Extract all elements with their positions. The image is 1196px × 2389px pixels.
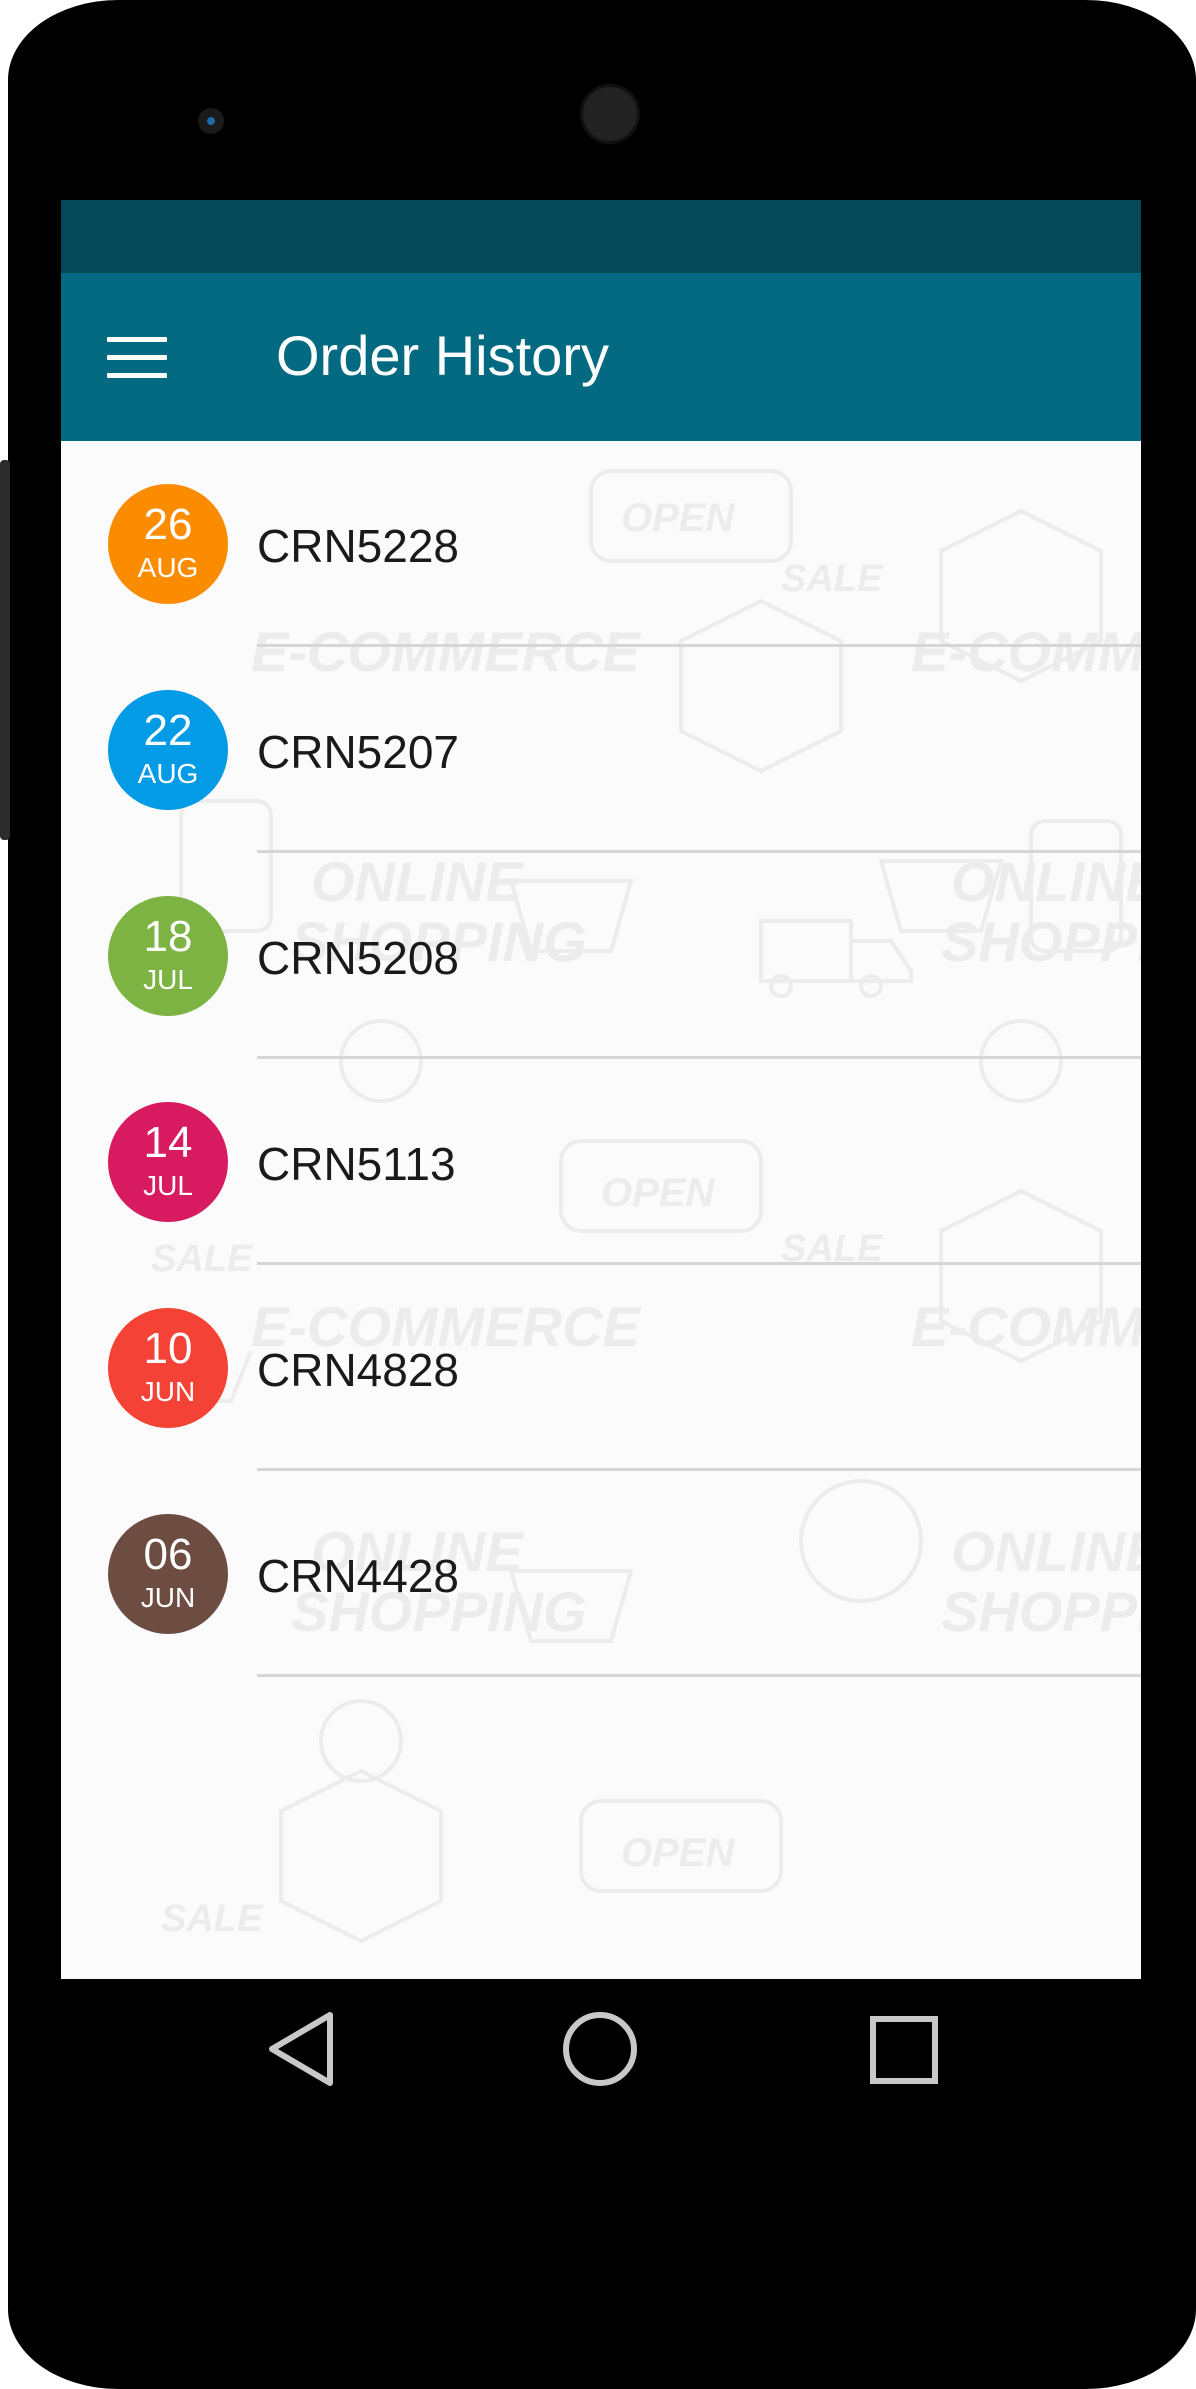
order-date-badge: 14 JUL: [108, 1102, 228, 1222]
order-list-item[interactable]: 22 AUG CRN5207: [61, 647, 1141, 853]
order-date-month: AUG: [137, 758, 199, 789]
order-date-badge: 10 JUN: [108, 1308, 228, 1428]
order-date-month: JUN: [140, 1376, 196, 1407]
order-date-day: 10: [143, 1324, 193, 1373]
system-navigation-bar: [0, 1979, 1196, 2119]
order-number: CRN5207: [257, 726, 459, 778]
order-list-item[interactable]: 06 JUN CRN4428: [61, 1471, 1141, 1677]
order-date-badge: 06 JUN: [108, 1514, 228, 1634]
order-number: CRN4428: [257, 1550, 459, 1602]
order-number: CRN5228: [257, 520, 459, 572]
earpiece-speaker: [580, 84, 640, 144]
order-list-item[interactable]: 10 JUN CRN4828: [61, 1265, 1141, 1471]
order-list-item[interactable]: 14 JUL CRN5113: [61, 1059, 1141, 1265]
order-date-month: JUL: [143, 1170, 193, 1201]
back-triangle-icon[interactable]: [252, 1999, 352, 2099]
app-bar: Order History: [61, 273, 1141, 441]
status-bar: [61, 200, 1141, 273]
order-date-day: 22: [143, 706, 193, 755]
menu-icon-bar-bottom: [107, 373, 167, 378]
order-date-month: JUL: [143, 964, 193, 995]
front-camera: [198, 108, 224, 134]
bg-sale-text-4: SALE: [161, 1898, 264, 1940]
recents-square-icon[interactable]: [853, 1999, 953, 2099]
menu-icon-bar-middle: [107, 355, 167, 360]
hamburger-menu-icon[interactable]: [91, 317, 171, 397]
order-date-day: 06: [143, 1530, 193, 1579]
menu-icon-bar-top: [107, 337, 167, 342]
order-date-badge: 26 AUG: [108, 484, 228, 604]
page-title: Order History: [276, 324, 609, 387]
app-screen: Order History OPEN OPEN OPEN SALE SALE S…: [61, 200, 1141, 1979]
order-number: CRN5113: [257, 1138, 456, 1190]
order-date-day: 18: [143, 912, 193, 961]
list-divider: [257, 1674, 1141, 1677]
order-list-item[interactable]: 26 AUG CRN5228: [61, 441, 1141, 647]
order-list-item[interactable]: 18 JUL CRN5208: [61, 853, 1141, 1059]
order-date-badge: 18 JUL: [108, 896, 228, 1016]
order-history-list: 26 AUG CRN5228 22 AUG CRN5207 18 JUL CRN…: [61, 441, 1141, 1677]
order-date-day: 26: [143, 500, 193, 549]
side-volume-button: [0, 460, 10, 840]
order-number: CRN5208: [257, 932, 459, 984]
order-number: CRN4828: [257, 1344, 459, 1396]
order-date-badge: 22 AUG: [108, 690, 228, 810]
bg-open-text-3: OPEN: [621, 1831, 735, 1875]
order-date-month: JUN: [140, 1582, 196, 1613]
home-circle-icon[interactable]: [550, 1999, 650, 2099]
order-date-day: 14: [143, 1118, 193, 1167]
order-date-month: AUG: [137, 552, 199, 583]
